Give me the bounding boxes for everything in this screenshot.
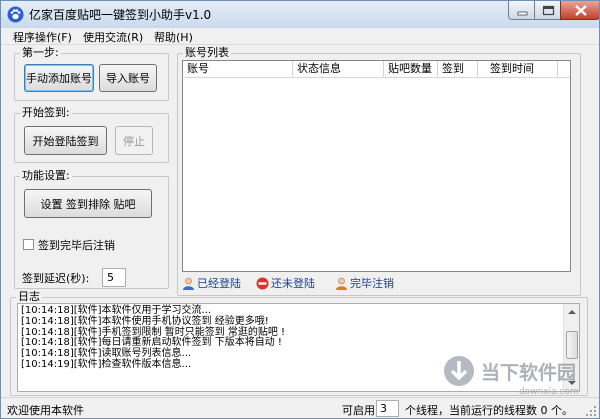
title-bar[interactable]: 亿家百度贴吧一键签到小助手v1.0 — [1, 1, 599, 28]
legend-logged-in-label: 已经登陆 — [197, 277, 241, 290]
status-threads-suffix: 个线程，当前运行的线程数 0 个。 — [405, 404, 573, 417]
app-window: 亿家百度贴吧一键签到小助手v1.0 程序操作(F) 使用交流(R) 帮助(H) … — [0, 0, 600, 419]
accounts-list-header: 账号 状态信息 贴吧数量 签到 签到时间 — [183, 61, 570, 78]
user-blue-icon — [183, 277, 194, 290]
accounts-title: 账号列表 — [183, 46, 231, 60]
log-line: [10:14:18][软件]本软件使用手机协议签到 经验更多哦! — [21, 315, 269, 327]
baidu-paw-icon — [7, 6, 24, 23]
column-status[interactable]: 状态信息 — [293, 61, 384, 78]
menu-help[interactable]: 帮助(H) — [154, 29, 193, 45]
close-button[interactable] — [560, 1, 599, 20]
status-threads-prefix: 可启用 — [342, 404, 375, 417]
user-orange-icon — [336, 277, 347, 290]
import-accounts-button[interactable]: 导入账号 — [99, 64, 157, 92]
menu-bar: 程序操作(F) 使用交流(R) 帮助(H) — [1, 28, 599, 45]
status-welcome: 欢迎使用本软件 — [7, 404, 84, 417]
column-sign-time[interactable]: 签到时间 — [478, 61, 558, 78]
step1-title: 第一步: — [20, 46, 61, 60]
minimize-icon — [517, 11, 528, 16]
watermark-logo: 当下软件园 downxia.com — [444, 356, 579, 397]
column-account[interactable]: 账号 — [183, 61, 293, 78]
stop-button[interactable]: 停止 — [115, 126, 153, 155]
watermark-url: downxia.com — [519, 387, 579, 397]
legend-logged-out: 完毕注销 — [335, 277, 415, 291]
status-bar: 欢迎使用本软件 可启用 3 个线程，当前运行的线程数 0 个。 — [1, 397, 599, 418]
scroll-up-icon[interactable] — [564, 304, 580, 320]
logout-after-sign-checkbox[interactable] — [23, 239, 34, 250]
legend-not-logged-in: 还未登陆 — [256, 277, 336, 291]
maximize-icon — [542, 5, 555, 16]
minimize-button[interactable] — [508, 1, 535, 20]
window-title: 亿家百度贴吧一键签到小助手v1.0 — [29, 8, 212, 22]
settings-exclude-button[interactable]: 设置 签到排除 贴吧 — [24, 189, 152, 218]
column-signed[interactable]: 签到 — [438, 61, 478, 78]
log-line: [10:14:19][软件]检查软件版本信息... — [21, 358, 192, 370]
features-title: 功能设置: — [20, 169, 72, 183]
legend-logged-out-label: 完毕注销 — [350, 277, 394, 290]
sign-delay-label: 签到延迟(秒): — [22, 272, 90, 285]
no-entry-red-icon — [256, 277, 269, 290]
watermark-text: 当下软件园 — [481, 361, 576, 384]
menu-community[interactable]: 使用交流(R) — [83, 29, 143, 45]
add-account-manual-button[interactable]: 手动添加账号 — [24, 64, 94, 92]
maximize-button[interactable] — [534, 1, 561, 20]
menu-program[interactable]: 程序操作(F) — [13, 29, 72, 45]
logout-after-sign-label: 签到完毕后注销 — [38, 239, 115, 252]
thread-count-input[interactable]: 3 — [376, 400, 399, 417]
log-lines: [10:14:18][软件]本软件仅用于学习交流... [10:14:18][软… — [21, 305, 285, 371]
start-title: 开始签到: — [20, 106, 72, 120]
accounts-list[interactable]: 账号 状态信息 贴吧数量 签到 签到时间 — [182, 60, 571, 272]
legend-logged-in: 已经登陆 — [182, 277, 262, 291]
legend-not-logged-in-label: 还未登陆 — [271, 277, 315, 290]
column-forum-count[interactable]: 贴吧数量 — [384, 61, 438, 78]
sign-delay-input[interactable]: 5 — [102, 268, 126, 287]
resize-grip-icon[interactable] — [585, 405, 597, 417]
log-title: 日志 — [16, 290, 42, 304]
start-login-sign-button[interactable]: 开始登陆签到 — [24, 126, 107, 155]
close-icon — [575, 5, 587, 16]
